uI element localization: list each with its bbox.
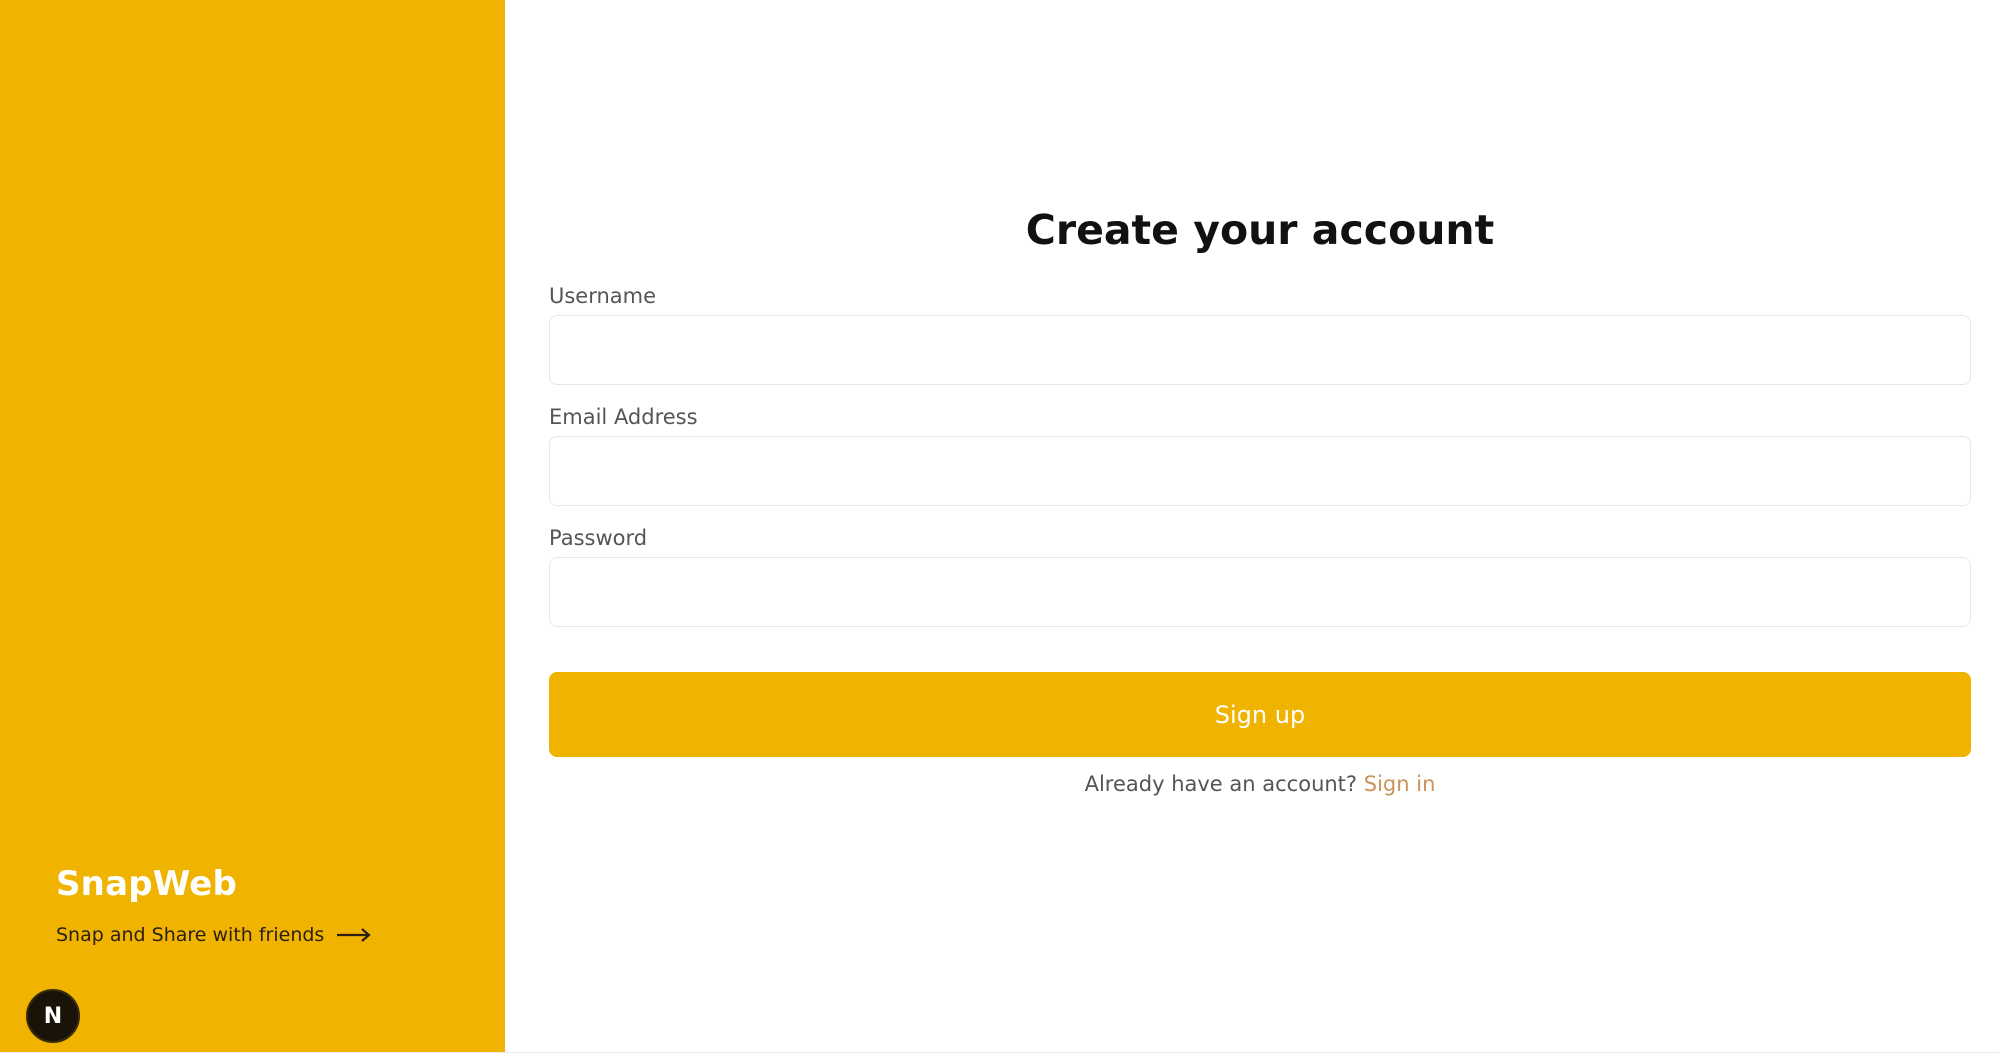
page-title: Create your account [1025,206,1495,254]
brand-panel: SnapWeb Snap and Share with friends N [0,0,505,1053]
signin-prompt: Already have an account? [1084,772,1358,796]
signup-form: Create your account Username Email Addre… [549,0,1971,1053]
username-label: Username [549,284,657,308]
badge-letter: N [43,1003,63,1029]
brand-tagline: Snap and Share with friends [56,924,325,946]
email-field[interactable] [549,436,1971,506]
username-field[interactable] [549,315,1971,385]
arrow-right-icon [337,928,372,942]
sign-in-link[interactable]: Sign in [1364,772,1436,796]
signin-prompt-row: Already have an account? Sign in [549,772,1971,796]
password-label: Password [549,526,648,550]
sign-up-button[interactable]: Sign up [549,672,1971,757]
signup-page: SnapWeb Snap and Share with friends N Cr… [0,0,1999,1053]
brand-name: SnapWeb [56,864,238,904]
password-field[interactable] [549,557,1971,627]
brand-tagline-row: Snap and Share with friends [56,924,372,946]
nextjs-logo-icon[interactable]: N [26,989,80,1043]
email-label: Email Address [549,405,698,429]
